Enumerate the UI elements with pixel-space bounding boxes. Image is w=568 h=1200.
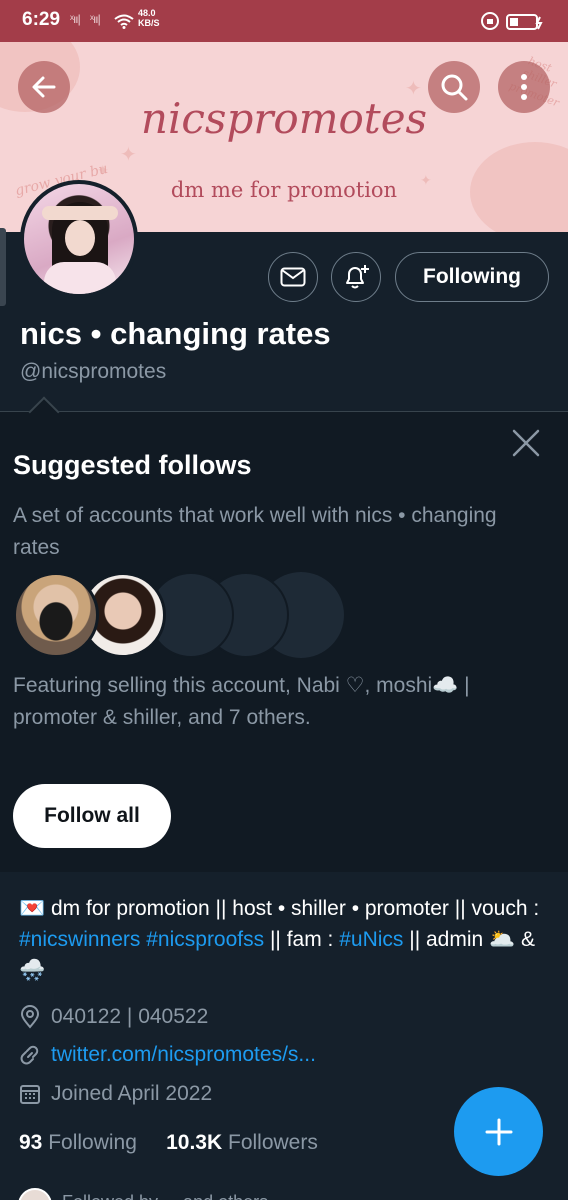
edge-handle[interactable] [0,228,6,306]
suggested-featuring-text: Featuring selling this account, Nabi ♡, … [13,674,470,729]
back-button[interactable] [18,61,70,113]
location-pin-icon [20,1005,40,1029]
signal-icon: ˣıı| [70,12,81,26]
profile-joined: Joined April 2022 [19,1082,212,1106]
clock: 6:29 [22,9,61,30]
following-count[interactable]: 93 Following [19,1131,137,1154]
more-options-button[interactable] [498,61,550,113]
bell-plus-icon [346,265,369,289]
network-speed: 48.0 KB/S [138,8,160,28]
followers-count[interactable]: 10.3K Followers [166,1131,318,1154]
signal-icon: ˣıı| [90,12,101,26]
hashtag-link[interactable]: #uNics [339,928,403,951]
suggested-avatar[interactable] [13,572,99,658]
close-icon[interactable] [511,428,541,458]
follow-counts: 93 Following 10.3K Followers [19,1131,318,1155]
network-speed-unit: KB/S [138,18,160,28]
banner-title: nicspromotes [140,94,428,143]
calendar-icon [20,1085,40,1104]
bio-text: || fam : [264,928,340,951]
sparkle-icon: ✦ [120,144,137,166]
search-button[interactable] [428,61,480,113]
joined-text: Joined April 2022 [51,1082,213,1105]
profile-bio: 💌 dm for promotion || host • shiller • p… [19,893,549,986]
following-label: Following [48,1131,137,1154]
profile-link[interactable]: twitter.com/nicspromotes/s... [19,1043,316,1067]
follower-avatar [18,1188,52,1200]
bio-text: 💌 dm for promotion || host • shiller • p… [19,897,540,920]
link-text[interactable]: twitter.com/nicspromotes/s... [51,1043,316,1067]
search-icon [441,74,468,101]
suggested-follows-title: Suggested follows [13,450,252,480]
wifi-icon [114,14,134,29]
notifications-button[interactable] [331,252,381,302]
user-handle: @nicspromotes [20,360,167,383]
plus-icon [485,1118,512,1145]
followers-label: Followers [228,1131,318,1154]
profile-avatar[interactable] [20,180,138,298]
network-speed-value: 48.0 [138,8,156,18]
envelope-icon [280,267,306,287]
hashtag-link[interactable]: #nicswinners [19,928,140,951]
followed-by-row: Followed by ... and others [0,1180,568,1200]
followers-number: 10.3K [166,1131,223,1154]
battery-icon [506,14,543,30]
rotation-lock-icon [481,12,499,30]
following-number: 93 [19,1131,43,1154]
suggested-follows-description: A set of accounts that work well with ni… [13,504,497,559]
followed-by-text: Followed by ... and others [62,1192,268,1200]
compose-tweet-button[interactable] [454,1087,543,1176]
more-vertical-icon [521,74,527,100]
follow-all-button[interactable]: Follow all [13,784,171,848]
display-name: nics • changing rates [20,316,331,351]
following-button[interactable]: Following [395,252,549,302]
profile-location: 040122 | 040522 [19,1005,208,1029]
status-bar: 6:29 ˣıı| ˣıı| 48.0 KB/S [0,0,568,42]
message-button[interactable] [268,252,318,302]
arrow-left-icon [32,76,56,98]
location-text: 040122 | 040522 [51,1005,209,1028]
hashtag-link[interactable]: #nicsproofss [146,928,264,951]
link-icon [20,1045,39,1065]
